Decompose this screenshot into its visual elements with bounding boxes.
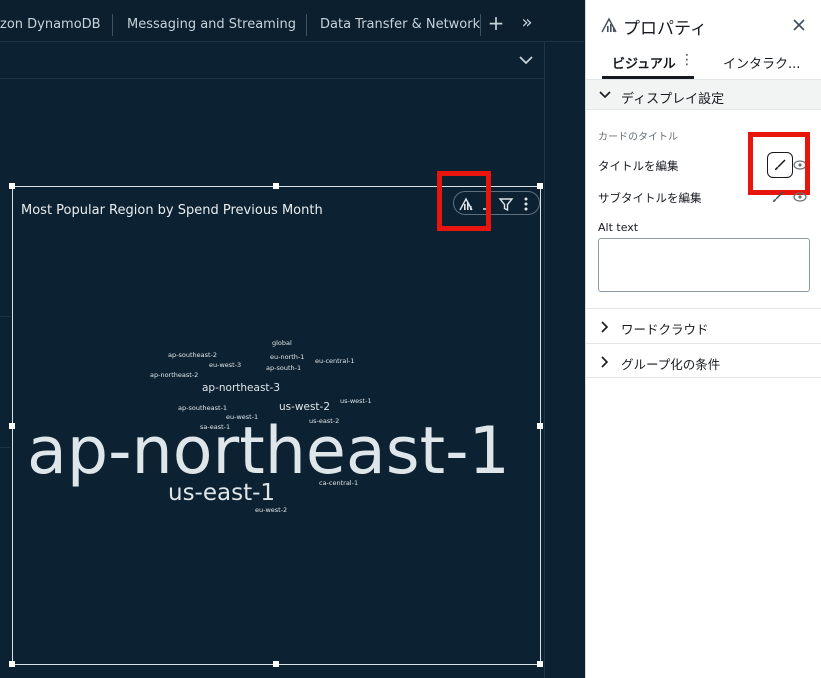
edit-subtitle-label: サブタイトルを編集 [598, 191, 702, 205]
tab-menu-icon[interactable]: ⋮ [680, 52, 694, 68]
analysis-canvas: zon DynamoDB Messaging and Streaming Dat… [0, 0, 584, 678]
add-sheet-icon[interactable]: + [484, 6, 508, 36]
resize-handle[interactable] [537, 423, 543, 429]
section-label: ワードクラウド [621, 322, 709, 337]
properties-panel: プロパティ ビジュアル ⋮ インタラク... ディスプレイ設定 カードのタイトル… [585, 0, 821, 678]
card-title-heading: カードのタイトル [598, 132, 678, 143]
highlight-box-properties [437, 171, 491, 231]
chevron-down-icon[interactable] [516, 52, 536, 68]
wordcloud-word[interactable]: ap-southeast-1 [178, 405, 227, 412]
visual-properties-icon [601, 17, 617, 33]
wordcloud-word[interactable]: eu-west-3 [209, 362, 241, 369]
resize-handle[interactable] [273, 661, 279, 667]
word-cloud-visual[interactable]: Most Popular Region by Spend Previous Mo… [9, 183, 543, 667]
sheet-tab-data-transfer-networking[interactable]: Data Transfer & Networking [320, 0, 480, 42]
wordcloud-word[interactable]: eu-west-2 [255, 507, 287, 514]
wordcloud-word[interactable]: sa-east-1 [200, 424, 230, 431]
grid-line [0, 447, 10, 448]
wordcloud-word[interactable]: eu-central-1 [315, 358, 355, 365]
wordcloud-word[interactable]: ap-northeast-3 [202, 383, 280, 394]
wordcloud-word[interactable]: global [272, 340, 292, 347]
more-tabs-icon[interactable]: » [515, 6, 539, 36]
wordcloud-word[interactable]: ap-northeast-2 [150, 372, 198, 379]
sheet-tab-dynamodb[interactable]: zon DynamoDB [0, 0, 112, 42]
wordcloud-word[interactable]: us-west-1 [340, 398, 372, 405]
grid-line [0, 316, 10, 317]
more-options-icon[interactable] [517, 195, 535, 213]
resize-handle[interactable] [9, 423, 15, 429]
tab-visual[interactable]: ビジュアル [612, 53, 676, 72]
brush-icon[interactable] [771, 190, 785, 204]
section-group-by[interactable]: グループ化の条件 [586, 343, 821, 378]
highlight-box-edit-title [748, 132, 810, 195]
tab-separator [480, 14, 481, 36]
sheet-tab-bar: zon DynamoDB Messaging and Streaming Dat… [0, 0, 584, 42]
wordcloud-word[interactable]: us-east-1 [168, 482, 275, 505]
wordcloud-word[interactable]: ap-northeast-1 [27, 419, 510, 484]
tab-separator [306, 14, 307, 36]
chevron-right-icon [601, 356, 609, 368]
alt-text-label: Alt text [598, 221, 639, 234]
tab-separator [112, 14, 113, 36]
filter-icon[interactable] [497, 195, 515, 213]
wordcloud-word[interactable]: eu-north-1 [270, 354, 304, 361]
section-word-cloud[interactable]: ワードクラウド [586, 308, 821, 343]
sheet-control-bar [0, 42, 544, 79]
wordcloud-word[interactable]: eu-west-1 [226, 414, 258, 421]
visual-title: Most Popular Region by Spend Previous Mo… [21, 203, 323, 218]
close-icon[interactable] [791, 17, 807, 33]
resize-handle[interactable] [273, 183, 279, 189]
wordcloud-word[interactable]: ap-south-1 [266, 365, 301, 372]
section-label: グループ化の条件 [621, 357, 721, 372]
tab-interactions[interactable]: インタラク... [723, 53, 800, 72]
visibility-icon[interactable] [793, 190, 807, 204]
chevron-right-icon [601, 321, 609, 333]
resize-handle[interactable] [537, 661, 543, 667]
resize-handle[interactable] [9, 661, 15, 667]
chevron-down-icon [599, 91, 611, 99]
sheet-tab-messaging-streaming[interactable]: Messaging and Streaming [127, 0, 297, 42]
wordcloud-word[interactable]: ap-southeast-2 [168, 352, 217, 359]
resize-handle[interactable] [537, 183, 543, 189]
wordcloud-word[interactable]: ca-central-1 [319, 480, 358, 487]
edit-title-label: タイトルを編集 [598, 159, 679, 173]
section-display-settings[interactable]: ディスプレイ設定 [586, 79, 821, 110]
resize-handle[interactable] [9, 183, 15, 189]
alt-text-input[interactable] [598, 238, 810, 292]
wordcloud-word[interactable]: us-east-2 [309, 418, 339, 425]
section-label: ディスプレイ設定 [621, 92, 725, 107]
panel-title: プロパティ [623, 19, 707, 39]
canvas-divider [544, 42, 545, 678]
wordcloud-word[interactable]: us-west-2 [279, 402, 330, 413]
